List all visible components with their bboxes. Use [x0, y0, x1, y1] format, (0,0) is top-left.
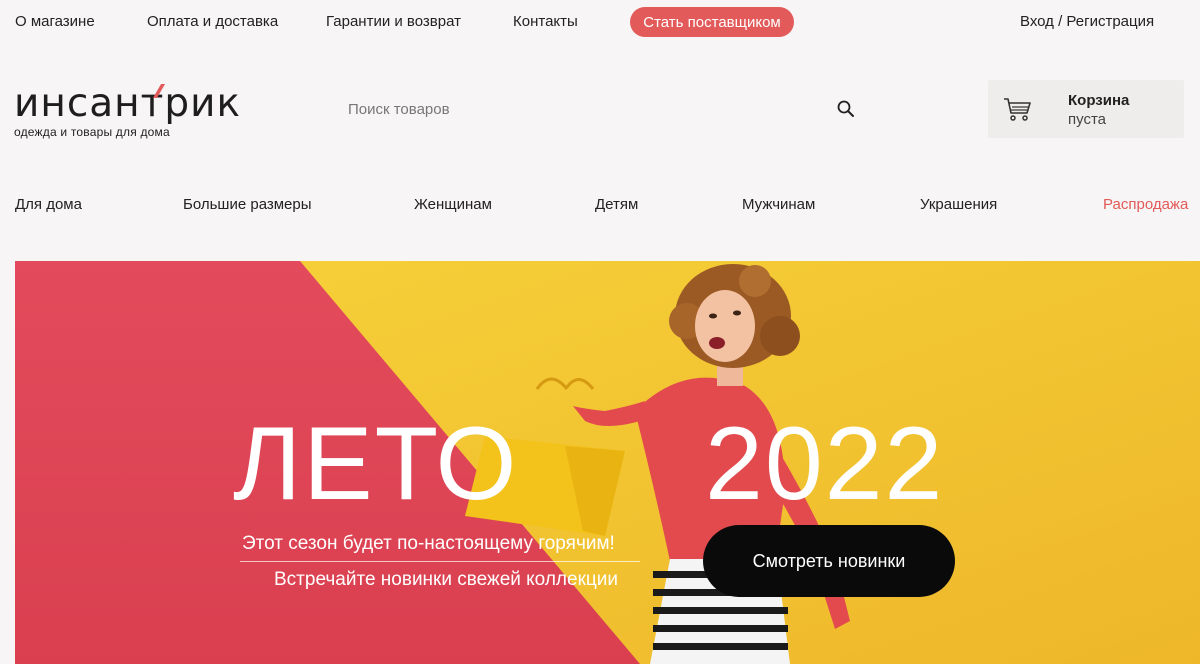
login-register-link[interactable]: Вход / Регистрация: [1020, 13, 1154, 30]
hero-title-word: ЛЕТО: [233, 406, 519, 522]
search-icon[interactable]: [836, 99, 856, 119]
category-men[interactable]: Мужчинам: [742, 196, 815, 213]
cart-icon: [1004, 98, 1031, 121]
category-sale[interactable]: Распродажа: [1103, 196, 1188, 213]
nav-link-payment-delivery[interactable]: Оплата и доставка: [147, 13, 278, 30]
category-kids[interactable]: Детям: [595, 196, 638, 213]
cart-status: пуста: [1068, 111, 1106, 128]
cart-widget[interactable]: Корзина пуста: [988, 80, 1184, 138]
nav-link-contacts[interactable]: Контакты: [513, 13, 578, 30]
cart-title: Корзина: [1068, 92, 1130, 109]
search-bar: [336, 88, 868, 130]
view-new-arrivals-button[interactable]: Смотреть новинки: [703, 525, 955, 597]
category-home[interactable]: Для дома: [15, 196, 82, 213]
hero-banner[interactable]: ЛЕТО 2022 Этот сезон будет по-настоящему…: [15, 261, 1200, 664]
become-supplier-button[interactable]: Стать поставщиком: [630, 7, 794, 37]
search-input[interactable]: [336, 88, 826, 130]
nav-link-guarantees[interactable]: Гарантии и возврат: [326, 13, 461, 30]
hero-divider: [240, 561, 640, 562]
logo-tagline: одежда и товары для дома: [14, 125, 170, 139]
hero-subtitle-1: Этот сезон будет по-настоящему горячим!: [242, 533, 615, 554]
category-women[interactable]: Женщинам: [414, 196, 492, 213]
top-bar: О магазине Оплата и доставка Гарантии и …: [0, 0, 1200, 44]
category-plus-size[interactable]: Большие размеры: [183, 196, 312, 213]
nav-link-about[interactable]: О магазине: [15, 13, 95, 30]
hero-title-year: 2022: [705, 406, 945, 522]
hero-subtitle-2: Встречайте новинки свежей коллекции: [274, 569, 618, 590]
logo-wordmark: инсантрик: [14, 81, 242, 126]
category-nav: Для дома Большие размеры Женщинам Детям …: [0, 186, 1200, 226]
logo[interactable]: инсантрик одежда и товары для дома: [14, 84, 274, 144]
category-jewelry[interactable]: Украшения: [920, 196, 997, 213]
